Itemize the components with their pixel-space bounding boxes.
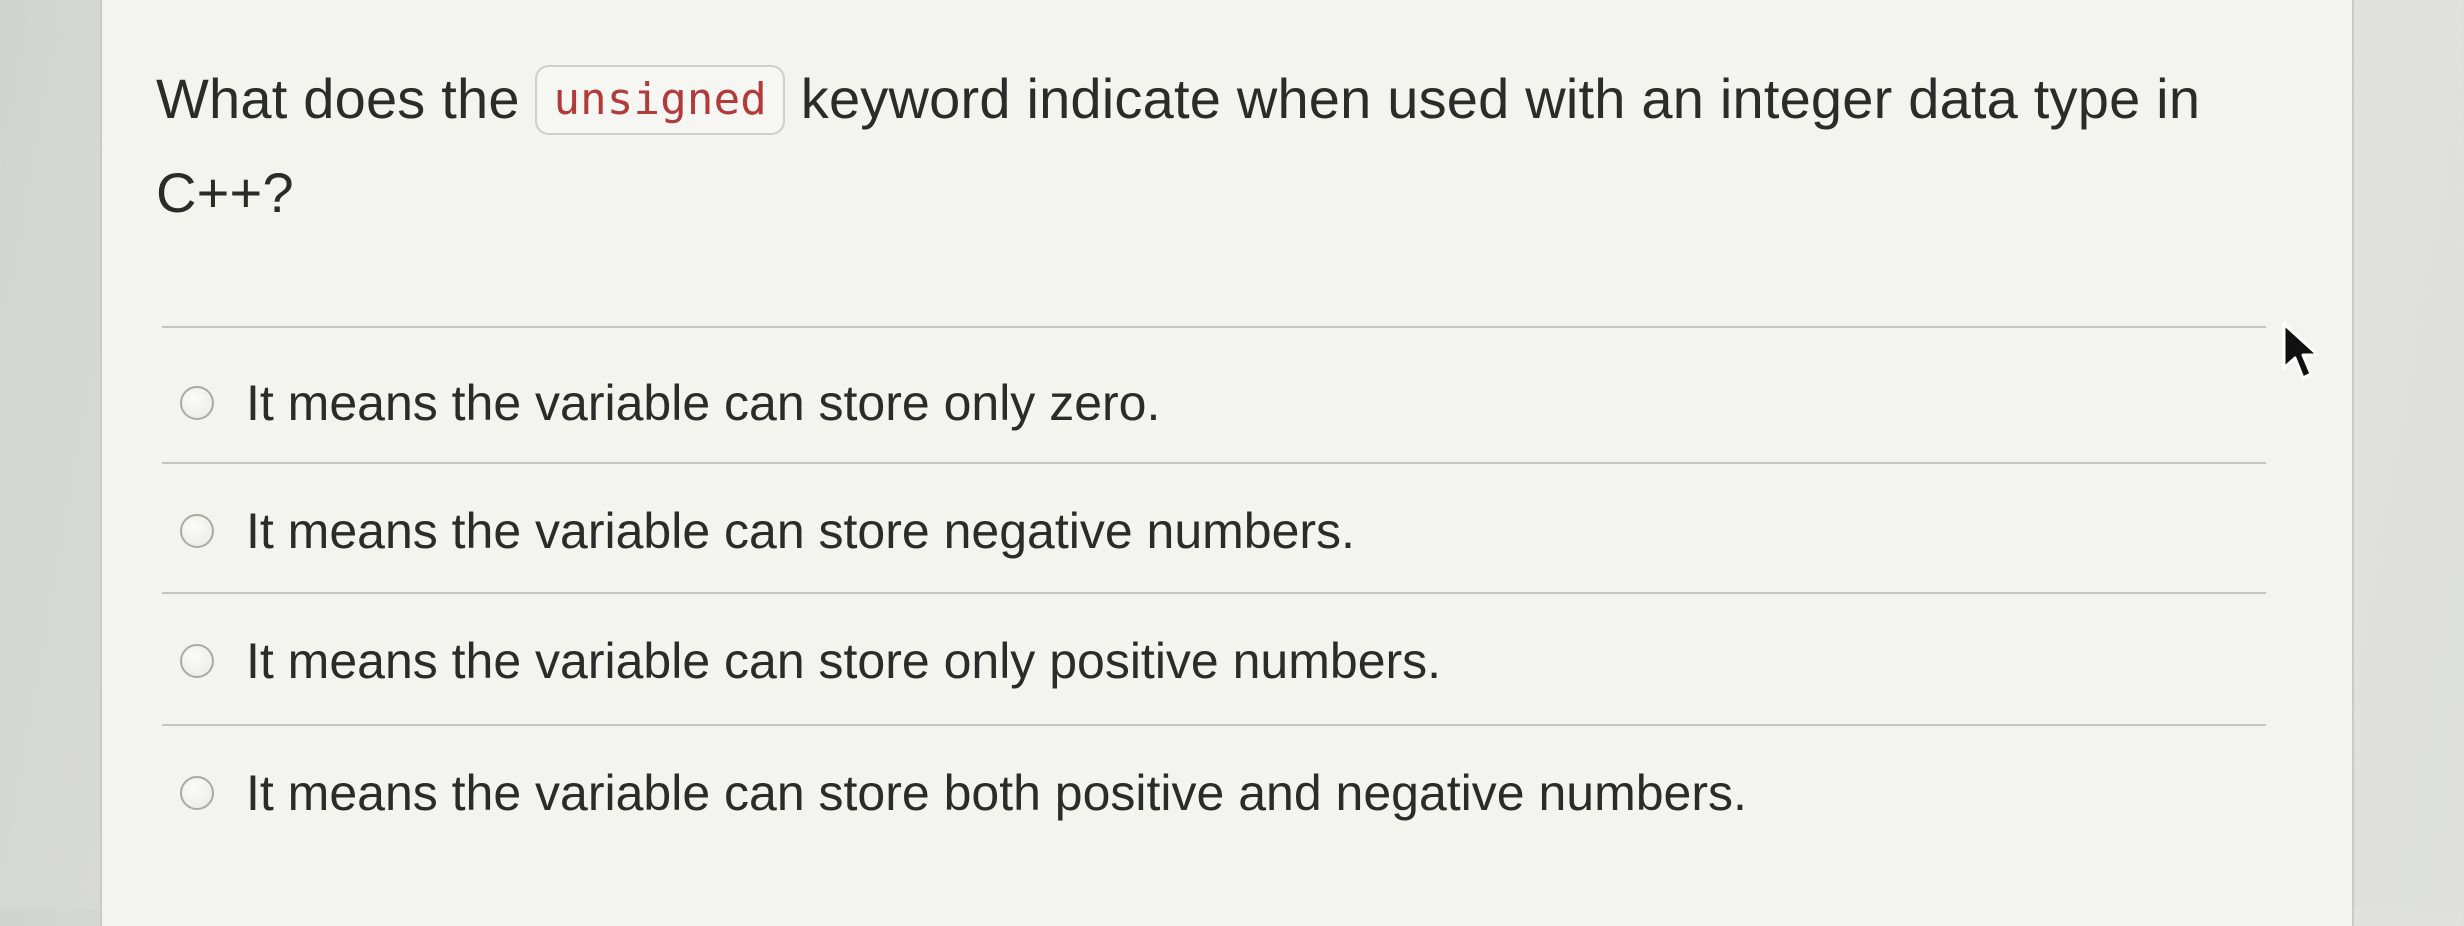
question-text-before: What does the xyxy=(156,67,536,130)
radio-circle-icon[interactable] xyxy=(180,776,214,810)
code-keyword: unsigned xyxy=(535,65,785,135)
answer-option-label: It means the variable can store only zer… xyxy=(246,375,1161,431)
radio-circle-icon[interactable] xyxy=(180,514,214,548)
answer-option-label: It means the variable can store only pos… xyxy=(246,633,1442,689)
answer-option-1[interactable]: It means the variable can store only zer… xyxy=(180,368,1160,438)
option-divider xyxy=(162,592,2266,594)
answer-option-2[interactable]: It means the variable can store negative… xyxy=(180,496,1355,566)
option-divider xyxy=(162,724,2266,726)
mouse-pointer-icon xyxy=(2282,322,2320,380)
answer-option-label: It means the variable can store negative… xyxy=(246,503,1355,559)
answer-option-3[interactable]: It means the variable can store only pos… xyxy=(180,626,1441,696)
option-divider xyxy=(162,462,2266,464)
answer-option-4[interactable]: It means the variable can store both pos… xyxy=(180,758,1747,828)
radio-circle-icon[interactable] xyxy=(180,644,214,678)
radio-circle-icon[interactable] xyxy=(180,386,214,420)
question-divider xyxy=(162,326,2266,328)
answer-option-label: It means the variable can store both pos… xyxy=(246,765,1747,821)
question-text: What does the unsigned keyword indicate … xyxy=(156,52,2316,240)
